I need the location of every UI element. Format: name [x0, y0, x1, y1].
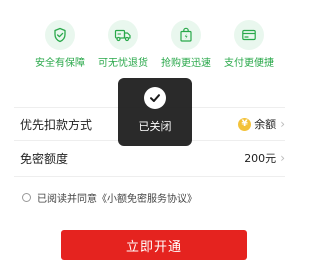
open-now-button[interactable]: 立即开通	[61, 230, 247, 260]
feature-label: 抢购更迅速	[161, 58, 211, 69]
shield-check-icon	[45, 20, 75, 50]
payment-method-value: ¥ 余额 ›	[238, 116, 285, 132]
payment-method-text: 余额	[254, 118, 277, 131]
agreement-text[interactable]: 已阅读并同意《小额免密服务协议》	[37, 190, 197, 205]
feature-fast: 抢购更迅速	[151, 20, 221, 70]
limit-amount: 200元	[244, 152, 277, 165]
limit-label: 免密额度	[20, 151, 69, 166]
divider	[14, 176, 285, 177]
agreement-radio[interactable]	[22, 193, 31, 202]
feature-payment: 支付更便捷	[214, 20, 284, 70]
feature-label: 可无忧退货	[98, 58, 148, 69]
feature-label: 安全有保障	[35, 58, 85, 69]
checkmark-icon	[144, 87, 166, 109]
payment-method-label: 优先扣款方式	[20, 117, 93, 132]
limit-value: 200元 ›	[244, 150, 285, 166]
feature-label: 支付更便捷	[224, 58, 274, 69]
chevron-right-icon: ›	[280, 117, 285, 131]
agreement-row[interactable]: 已阅读并同意《小额免密服务协议》	[22, 190, 197, 205]
shopping-bag-icon	[171, 20, 201, 50]
credit-card-icon	[234, 20, 264, 50]
feature-security: 安全有保障	[25, 20, 95, 70]
coin-icon: ¥	[238, 117, 252, 131]
feature-return: 可无忧退货	[88, 20, 158, 70]
toast: 已关闭	[118, 78, 192, 146]
toast-text: 已关闭	[138, 120, 172, 133]
chevron-right-icon: ›	[280, 151, 285, 165]
feature-highlights: 安全有保障 可无忧退货 抢购更迅速 支付更便捷	[0, 20, 299, 70]
delivery-truck-icon	[108, 20, 138, 50]
limit-row[interactable]: 免密额度 200元 ›	[20, 144, 285, 172]
